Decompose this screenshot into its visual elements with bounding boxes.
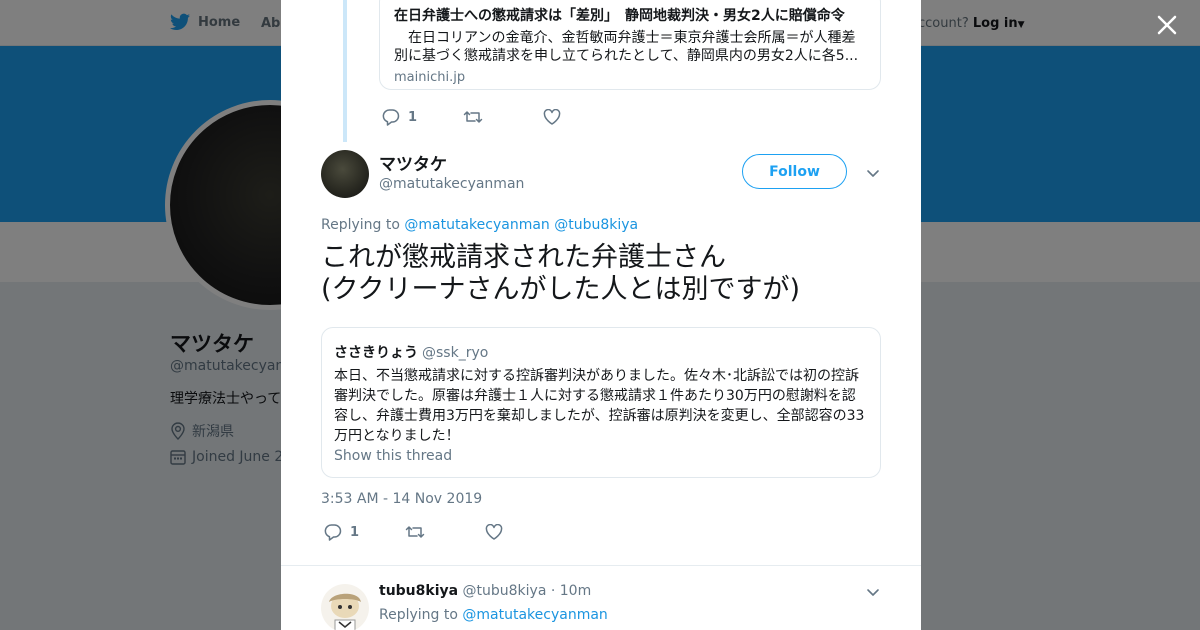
chevron-down-icon[interactable]: [865, 584, 881, 600]
tweet-timestamp[interactable]: 3:53 AM - 14 Nov 2019: [321, 491, 482, 507]
reply-count: 1: [408, 109, 418, 125]
reply-button[interactable]: 1: [382, 108, 417, 126]
reply-icon: [382, 109, 400, 126]
link-card-domain: mainichi.jp: [394, 70, 466, 85]
tweet-text: これが懲戒請求された弁護士さん (ククリーナさんがした人とは別ですが): [321, 242, 881, 306]
author-handle[interactable]: @matutakecyanman: [379, 176, 524, 192]
like-button[interactable]: [485, 524, 503, 540]
heart-icon: [543, 109, 561, 125]
divider: [281, 565, 921, 566]
link-card-description: 在日コリアンの金竜介、金哲敏両弁護士＝東京弁護士会所属＝が人種差別に基づく懲戒請…: [394, 30, 859, 64]
reply-author-name[interactable]: tubu8kiya: [379, 583, 458, 599]
reply-replying-to: Replying to @matutakecyanman: [379, 607, 608, 623]
tweet-text-line: これが懲戒請求された弁護士さん: [321, 242, 726, 273]
retweet-button[interactable]: [405, 524, 425, 540]
close-modal-button[interactable]: [1153, 11, 1181, 39]
reply-replying-label: Replying to: [379, 607, 458, 623]
tweet-actions: 1: [324, 523, 543, 541]
retweet-icon: [405, 526, 425, 538]
replying-to-link[interactable]: @tubu8kiya: [554, 217, 638, 233]
like-button[interactable]: [543, 109, 561, 125]
author-name[interactable]: マツタケ: [379, 150, 447, 175]
parent-tweet-actions: 1: [382, 108, 601, 126]
avatar-illustration: [329, 593, 361, 630]
reply-replying-link[interactable]: @matutakecyanman: [462, 607, 607, 623]
reply-time[interactable]: · 10m: [551, 583, 591, 599]
replying-to-label: Replying to: [321, 217, 400, 233]
quoted-tweet-header: ささきりょう @ssk_ryo: [334, 342, 868, 362]
show-thread-link[interactable]: Show this thread: [334, 448, 868, 464]
replying-to: Replying to @matutakecyanman @tubu8kiya: [321, 217, 638, 233]
retweet-button[interactable]: [463, 109, 483, 125]
link-card-title: 在日弁護士への懲戒請求は「差別」 静岡地裁判決・男女2人に賠償命令: [394, 8, 845, 24]
reply-header: tubu8kiya @tubu8kiya · 10m: [379, 583, 591, 599]
tweet-permalink-modal: 在日弁護士への懲戒請求は「差別」 静岡地裁判決・男女2人に賠償命令 在日コリアン…: [281, 0, 921, 630]
chevron-down-icon[interactable]: [865, 165, 881, 181]
reply-icon: [324, 524, 342, 541]
tweet-text-line: (ククリーナさんがした人とは別ですが): [321, 274, 800, 305]
close-icon: [1157, 15, 1177, 35]
thread-connector-line: [343, 0, 347, 142]
reply-button[interactable]: 1: [324, 523, 359, 541]
retweet-icon: [463, 111, 483, 123]
quoted-author-name: ささきりょう: [334, 345, 418, 361]
quoted-author-handle: @ssk_ryo: [422, 345, 489, 361]
reply-author-handle[interactable]: @tubu8kiya: [463, 583, 547, 599]
quoted-tweet[interactable]: ささきりょう @ssk_ryo 本日、不当懲戒請求に対する控訴審判決がありました。…: [321, 327, 881, 478]
author-avatar[interactable]: [321, 150, 369, 198]
reply-author-avatar[interactable]: [321, 584, 369, 630]
reply-count: 1: [350, 524, 360, 540]
follow-button[interactable]: Follow: [742, 154, 847, 189]
quoted-tweet-text: 本日、不当懲戒請求に対する控訴審判決がありました。佐々木･北訴訟では初の控訴審判…: [334, 368, 865, 444]
heart-icon: [485, 524, 503, 540]
replying-to-link[interactable]: @matutakecyanman: [404, 217, 549, 233]
link-card[interactable]: 在日弁護士への懲戒請求は「差別」 静岡地裁判決・男女2人に賠償命令 在日コリアン…: [379, 0, 881, 90]
